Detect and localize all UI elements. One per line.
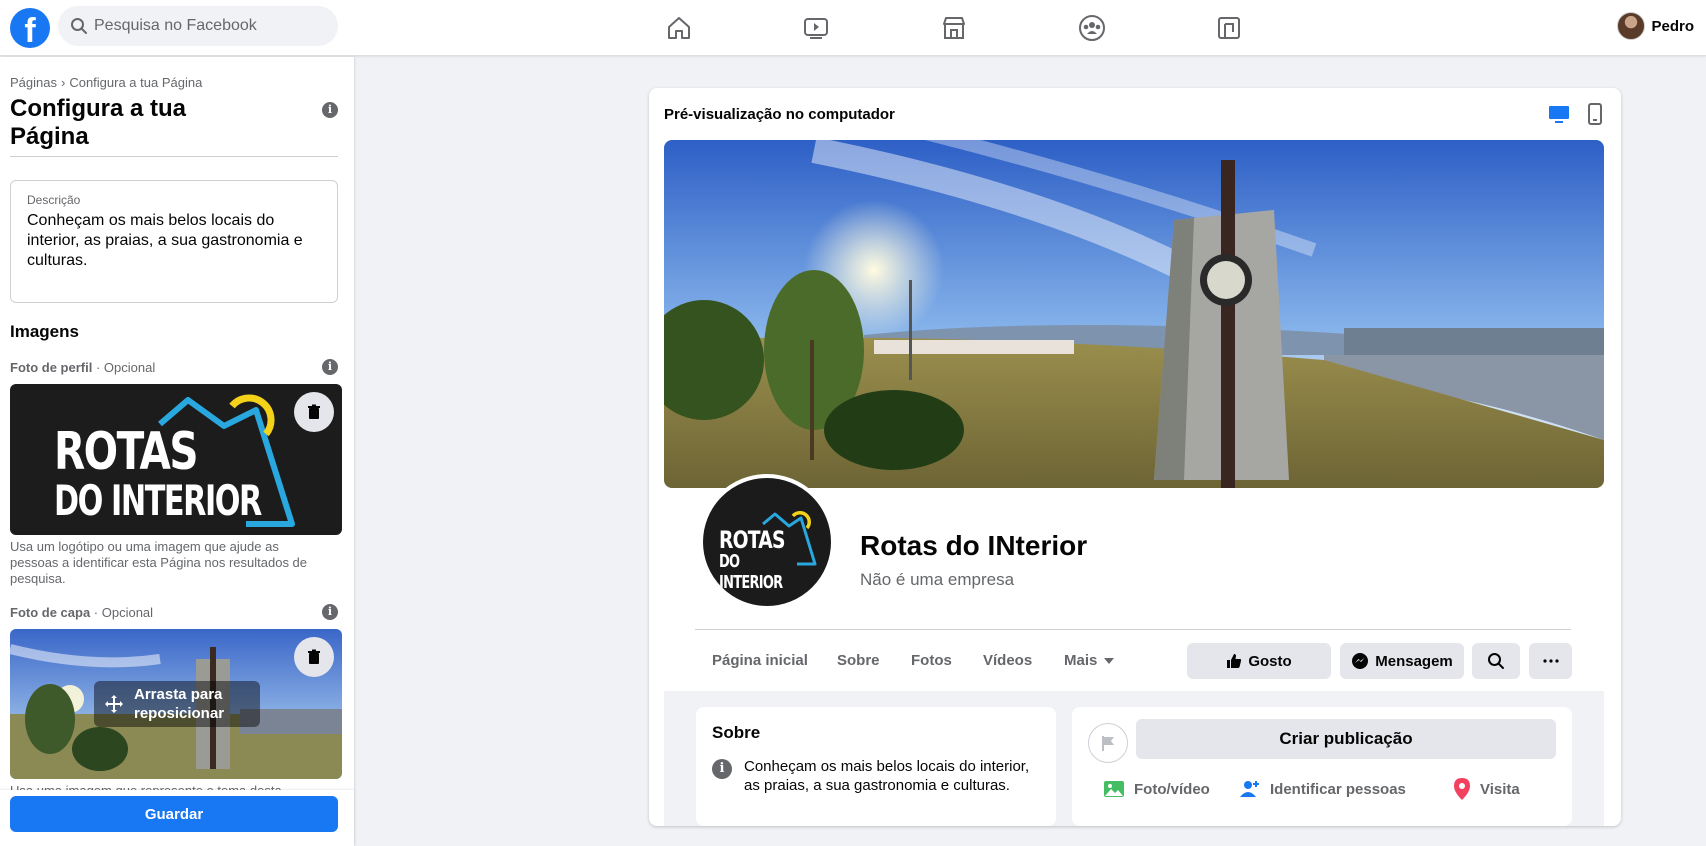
cover-photo-preview[interactable]: Arrasta para reposicionar (10, 629, 342, 779)
watch-icon (804, 18, 828, 39)
info-icon[interactable]: i (322, 604, 338, 620)
tabs-divider (695, 629, 1571, 630)
tab-photos[interactable]: Fotos (911, 652, 952, 669)
nav-home[interactable] (624, 8, 734, 48)
delete-profile-photo-button[interactable] (294, 392, 334, 432)
messenger-icon (1352, 653, 1369, 669)
top-navigation-bar: f Pedro (0, 0, 1706, 56)
nav-marketplace[interactable] (899, 8, 1009, 48)
about-heading: Sobre (712, 723, 761, 742)
search-input[interactable] (94, 6, 330, 46)
logo-text-line1: ROTAS (719, 526, 785, 554)
like-label: Gosto (1248, 652, 1292, 670)
trash-icon (308, 649, 320, 664)
about-description: Conheçam os mais belos locais do interio… (744, 758, 1030, 794)
cover-photo-label-text: Foto de capa (10, 605, 91, 620)
profile-photo-optional: · Opcional (92, 360, 156, 375)
create-post-button[interactable]: Criar publicação (1136, 719, 1556, 759)
info-icon[interactable]: i (322, 102, 338, 118)
avatar (1617, 12, 1646, 40)
breadcrumb-pages-link[interactable]: Páginas (10, 75, 57, 90)
breadcrumb-current: Configura a tua Página (69, 75, 203, 90)
search-box[interactable] (58, 6, 338, 46)
images-heading: Imagens (10, 322, 79, 341)
profile-name: Pedro (1651, 17, 1694, 35)
tag-people-label: Identificar pessoas (1270, 780, 1406, 798)
cover-photo-label: Foto de capa · Opcional (10, 605, 153, 620)
nav-groups[interactable] (1037, 8, 1147, 48)
tag-people-icon (1240, 781, 1259, 797)
divider (10, 156, 338, 157)
cover-photo (664, 140, 1604, 488)
photo-video-label: Foto/vídeo (1134, 780, 1210, 798)
move-icon (105, 695, 123, 713)
search-icon (1488, 653, 1504, 669)
like-button[interactable]: Gosto (1187, 643, 1331, 679)
logo-text-line1: ROTAS (54, 422, 199, 482)
breadcrumb: Páginas › Configura a tua Página (10, 75, 202, 90)
cover-photo-optional: · Opcional (90, 605, 154, 620)
tab-more[interactable]: Mais (1064, 652, 1115, 669)
tab-about[interactable]: Sobre (837, 652, 880, 669)
page-title: Configura a tua Página (10, 95, 187, 150)
page-setup-sidebar: Páginas › Configura a tua Página Configura… (0, 57, 354, 846)
profile-photo-label-text: Foto de perfil (10, 360, 93, 375)
page-profile-picture: ROTAS DO INTERIOR (699, 474, 835, 610)
page-category: Não é uma empresa (860, 570, 1015, 589)
check-in-label: Visita (1480, 780, 1520, 798)
profile-photo-preview[interactable]: ROTAS DO INTERIOR (10, 384, 342, 535)
save-footer: Guardar (0, 790, 354, 846)
groups-icon (1079, 15, 1105, 41)
drag-hint-text: Arrasta para reposicionar (134, 686, 225, 722)
message-button[interactable]: Mensagem (1340, 643, 1464, 679)
check-in-action[interactable]: Visita (1452, 777, 1520, 801)
home-icon (668, 17, 690, 39)
more-options-button[interactable] (1529, 643, 1572, 679)
profile-photo-help: Usa um logótipo ou uma imagem que ajude … (10, 539, 308, 586)
photo-video-action[interactable]: Foto/vídeo (1102, 777, 1210, 801)
tab-more-label: Mais (1064, 652, 1098, 669)
photo-icon (1104, 781, 1124, 797)
trash-icon (308, 404, 320, 419)
flag-icon (1102, 736, 1114, 751)
cover-landscape-image (664, 140, 1604, 488)
tab-videos[interactable]: Vídeos (983, 652, 1032, 669)
info-icon: i (712, 759, 732, 779)
logo-text-line2: DO INTERIOR (54, 476, 262, 525)
nav-watch[interactable] (761, 8, 871, 48)
profile-button[interactable]: Pedro (1617, 12, 1694, 40)
description-value[interactable]: Conheçam os mais belos locais do interio… (27, 211, 323, 271)
tag-people-action[interactable]: Identificar pessoas (1238, 777, 1406, 801)
more-horizontal-icon (1542, 659, 1559, 663)
profile-photo-label: Foto de perfil · Opcional (10, 360, 155, 375)
gaming-icon (1218, 17, 1240, 39)
thumbs-up-icon (1227, 654, 1242, 668)
search-page-button[interactable] (1472, 643, 1520, 679)
tab-home[interactable]: Página inicial (712, 652, 808, 669)
desktop-icon[interactable] (1547, 102, 1571, 126)
info-icon[interactable]: i (322, 359, 338, 375)
breadcrumb-separator: › (60, 75, 66, 90)
nav-gaming[interactable] (1174, 8, 1284, 48)
desktop-preview-card: Pré-visualização no computador ROTAS DO … (649, 88, 1621, 826)
preview-title: Pré-visualização no computador (664, 106, 895, 123)
create-post-card: Criar publicação Foto/vídeo Identificar … (1072, 707, 1572, 826)
page-feed-area: Sobre i Conheçam os mais belos locais do… (664, 691, 1604, 826)
facebook-logo[interactable]: f (10, 8, 50, 48)
description-label: Descrição (27, 193, 81, 207)
message-label: Mensagem (1375, 652, 1453, 670)
caret-down-icon (1104, 657, 1115, 664)
location-pin-icon (1454, 778, 1470, 800)
description-field[interactable]: Descrição Conheçam os mais belos locais … (10, 180, 338, 303)
mobile-icon[interactable] (1583, 102, 1607, 126)
page-avatar-placeholder (1088, 723, 1128, 763)
drag-to-reposition-hint[interactable]: Arrasta para reposicionar (94, 681, 260, 727)
marketplace-icon (943, 17, 965, 39)
search-icon (71, 18, 87, 34)
page-name: Rotas do INterior (860, 530, 1088, 561)
logo-text-line2: DO INTERIOR (719, 551, 783, 593)
save-button[interactable]: Guardar (10, 796, 338, 832)
about-card: Sobre i Conheçam os mais belos locais do… (696, 707, 1056, 826)
delete-cover-photo-button[interactable] (294, 637, 334, 677)
